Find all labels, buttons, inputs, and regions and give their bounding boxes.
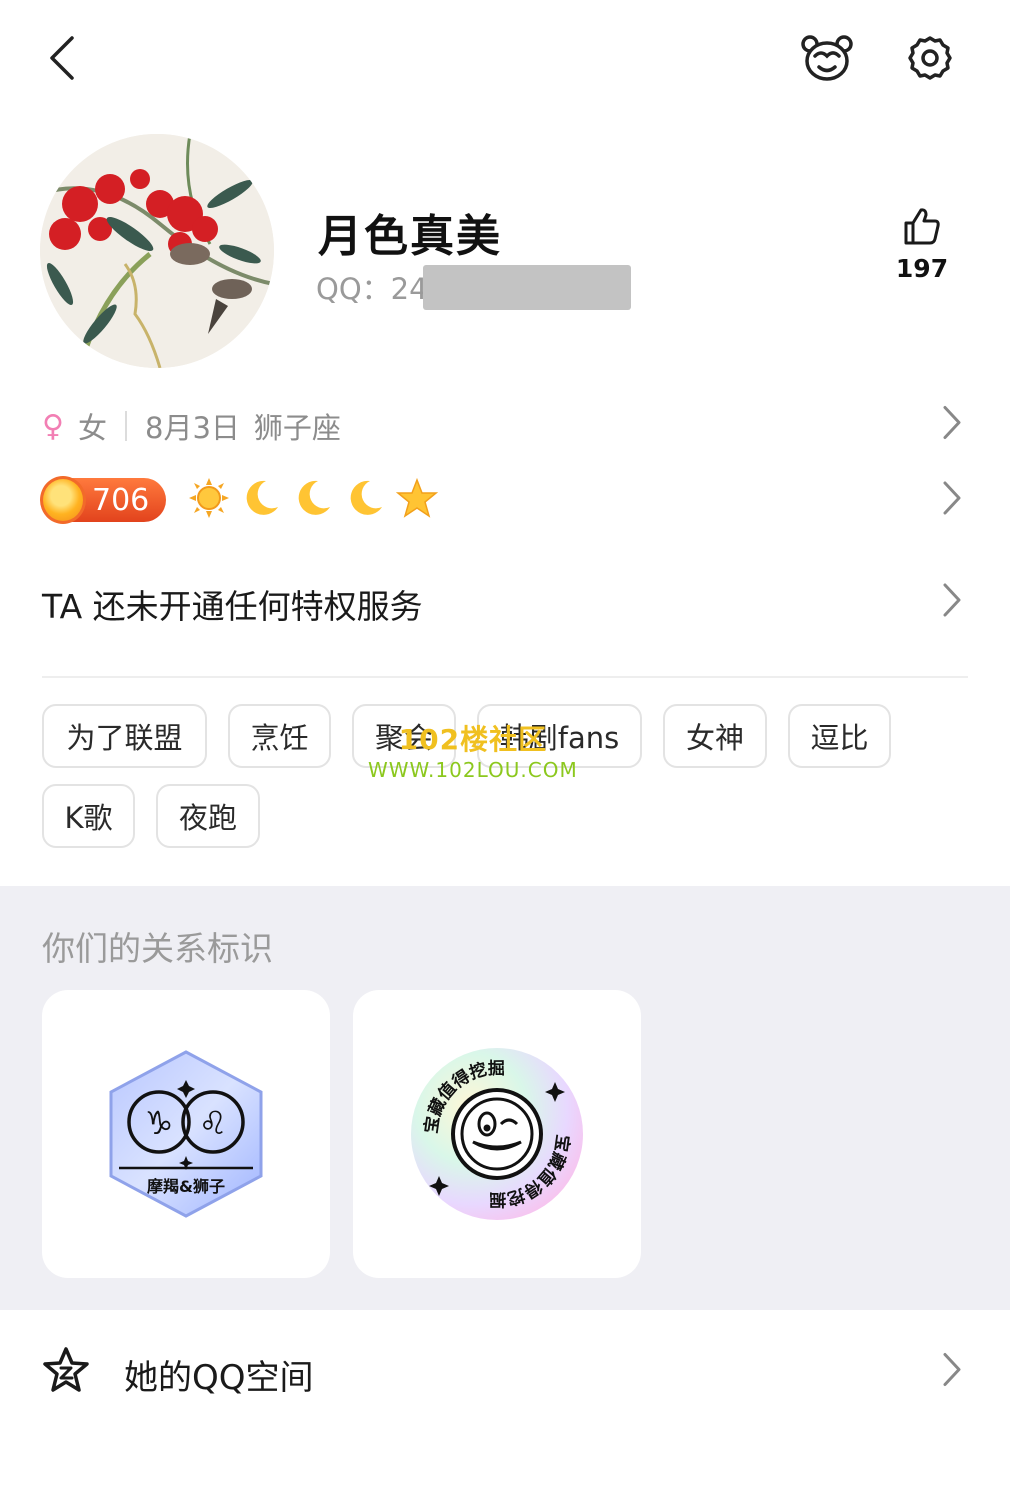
tag[interactable]: 女神 <box>663 704 767 768</box>
settings-gear-icon[interactable] <box>902 30 958 86</box>
tag[interactable]: 为了联盟 <box>42 704 207 768</box>
gender-text: 女 <box>77 411 107 445</box>
qzone-label: 她的QQ空间 <box>124 1357 314 1398</box>
level-number: 706 <box>92 482 150 518</box>
tag[interactable]: K歌 <box>42 784 135 848</box>
tag[interactable]: 夜跑 <box>156 784 260 848</box>
moon-icon <box>240 477 282 523</box>
level-badge: 706 <box>40 476 166 524</box>
qzone-star-icon <box>42 1346 90 1403</box>
star-icon <box>395 477 439 523</box>
qzone-row[interactable]: 她的QQ空间 <box>42 1346 968 1402</box>
profile-name: 月色真美 <box>318 211 502 262</box>
avatar[interactable] <box>40 134 274 368</box>
moon-icon <box>292 477 334 523</box>
treasure-badge-icon: 宝藏值得挖掘 宝藏值得挖掘 <box>411 1048 583 1220</box>
chevron-right-icon <box>942 405 962 448</box>
tag[interactable]: 聚会 <box>352 704 456 768</box>
chevron-right-icon <box>942 480 962 520</box>
qq-number: QQ：24 <box>316 272 428 306</box>
pet-icon[interactable] <box>798 30 856 86</box>
thumbs-up-icon <box>902 208 942 250</box>
top-bar <box>0 0 1010 115</box>
svg-text:♌: ♌ <box>199 1104 228 1142</box>
sun-icon <box>188 477 230 523</box>
chevron-right-icon <box>942 1352 962 1397</box>
privilege-row[interactable]: TA 还未开通任何特权服务 <box>42 578 968 630</box>
tag[interactable]: 韩剧fans <box>477 704 642 768</box>
like-button[interactable]: 197 <box>892 206 952 283</box>
back-icon[interactable] <box>38 30 84 86</box>
privilege-text: TA 还未开通任何特权服务 <box>42 587 423 626</box>
coin-icon <box>40 476 86 524</box>
constellation: 狮子座 <box>253 411 341 445</box>
svg-text:♑: ♑ <box>145 1104 174 1142</box>
relationship-section: 你们的关系标识 ♑ ♌ 摩羯&狮子 宝藏值得挖掘 宝藏值得挖掘 <box>0 886 1010 1310</box>
qq-redaction-mask <box>423 265 631 310</box>
zodiac-match-icon: ♑ ♌ 摩羯&狮子 <box>109 1050 263 1218</box>
birthday: 8月3日 <box>145 411 240 445</box>
qq-level-row[interactable]: 706 <box>40 472 968 528</box>
female-icon: ♀ <box>42 408 64 444</box>
divider <box>42 676 968 678</box>
relationship-title: 你们的关系标识 <box>42 929 273 968</box>
tag[interactable]: 逗比 <box>788 704 891 768</box>
moon-icon <box>344 477 386 523</box>
chevron-right-icon <box>942 582 962 626</box>
basic-info-row[interactable]: ♀ 女 8月3日 狮子座 <box>42 400 968 452</box>
divider <box>125 411 127 441</box>
relationship-card-zodiac[interactable]: ♑ ♌ 摩羯&狮子 <box>42 990 330 1278</box>
like-count: 197 <box>895 254 949 283</box>
relationship-card-treasure[interactable]: 宝藏值得挖掘 宝藏值得挖掘 <box>353 990 641 1278</box>
tag[interactable]: 烹饪 <box>228 704 331 768</box>
zodiac-badge-label: 摩羯&狮子 <box>147 1177 225 1196</box>
